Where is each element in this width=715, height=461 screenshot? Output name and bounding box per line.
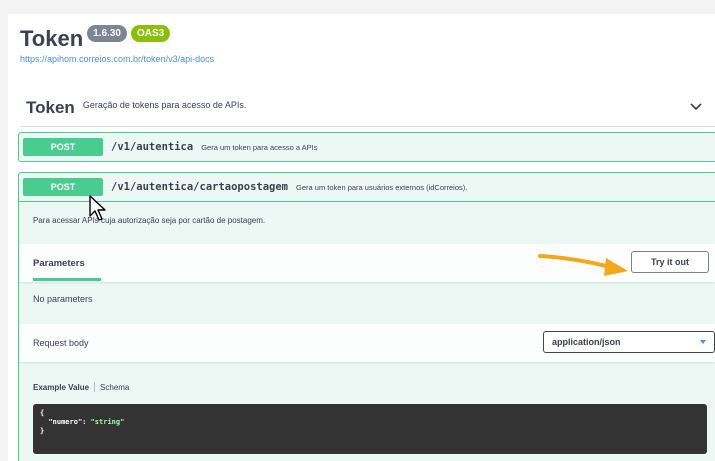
operation-path: /v1/autentica/cartaopostagem xyxy=(111,181,289,193)
operation-body: Para acessar APIs cuja autorização seja … xyxy=(19,201,715,461)
api-title-row: Token 1.6.30 OAS3 xyxy=(20,24,171,52)
operation-summary-text: Gera um token para acesso a APIs xyxy=(201,142,318,152)
parameters-tab[interactable]: Parameters xyxy=(33,258,85,269)
code-line: { xyxy=(40,409,45,417)
api-title: Token xyxy=(20,26,84,51)
operation-post-cartaopostagem: POST /v1/autentica/cartaopostagem Gera u… xyxy=(18,172,715,461)
tab-divider xyxy=(94,382,96,392)
code-line: } xyxy=(40,427,45,435)
operation-description: Para acessar APIs cuja autorização seja … xyxy=(33,216,266,225)
request-body-label: Request body xyxy=(33,338,89,348)
tab-underline xyxy=(33,278,101,281)
operation-summary[interactable]: POST /v1/autentica Gera um token para ac… xyxy=(19,133,715,161)
operation-summary-text: Gera um token para usuários externos (id… xyxy=(296,182,468,192)
method-badge: POST xyxy=(23,138,103,156)
code-colon: : xyxy=(82,418,91,426)
content-type-select[interactable]: application/json xyxy=(543,331,715,353)
version-badge: 1.6.30 xyxy=(87,24,127,42)
operation-summary[interactable]: POST /v1/autentica/cartaopostagem Gera u… xyxy=(19,173,715,201)
code-string-value: "string" xyxy=(90,418,125,426)
chevron-down-icon[interactable] xyxy=(689,100,703,114)
oas-badge: OAS3 xyxy=(130,24,171,42)
select-caret-icon xyxy=(700,340,706,344)
swagger-page: Token 1.6.30 OAS3 https://apihom.correio… xyxy=(8,14,715,461)
operation-post-autentica: POST /v1/autentica Gera um token para ac… xyxy=(18,132,715,162)
tag-section-header[interactable]: Token Geração de tokens para acesso de A… xyxy=(20,90,715,127)
example-tabs: Example Value Schema xyxy=(33,382,129,392)
code-key: "numero" xyxy=(48,418,83,426)
try-it-out-button[interactable]: Try it out xyxy=(631,251,709,273)
api-docs-link[interactable]: https://apihom.correios.com.br/token/v3/… xyxy=(20,54,214,64)
annotation-arrow-icon xyxy=(538,254,628,276)
tab-example-value[interactable]: Example Value xyxy=(33,383,89,392)
tag-name: Token xyxy=(26,98,75,117)
tag-description: Geração de tokens para acesso de APIs. xyxy=(82,100,247,110)
tab-schema[interactable]: Schema xyxy=(100,383,129,392)
content-type-value: application/json xyxy=(552,337,621,347)
mouse-cursor-icon xyxy=(89,195,106,221)
example-code-block: { "numero": "string" } xyxy=(33,404,707,454)
operation-path: /v1/autentica xyxy=(111,141,194,153)
code-line: "numero": "string" xyxy=(40,418,700,427)
no-parameters-text: No parameters xyxy=(33,294,93,304)
request-body-header: Request body application/json xyxy=(19,324,715,362)
